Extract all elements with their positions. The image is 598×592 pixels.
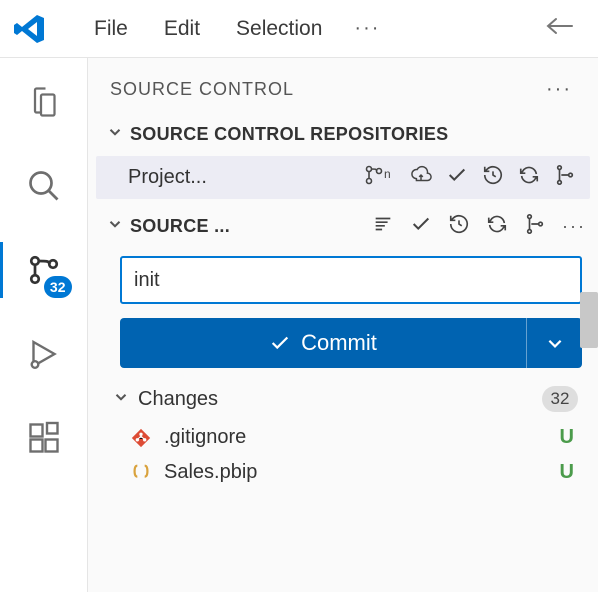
chevron-down-icon <box>112 388 130 411</box>
graph-icon[interactable] <box>522 211 548 242</box>
cloud-sync-icon[interactable] <box>410 164 432 191</box>
repository-row[interactable]: Project... n <box>96 156 590 199</box>
source-label: SOURCE ... <box>130 216 230 237</box>
file-row[interactable]: Sales.pbip U <box>88 455 598 490</box>
file-row[interactable]: .gitignore U <box>88 420 598 455</box>
commit-button-group: Commit <box>120 318 582 368</box>
svg-text:n: n <box>384 167 391 181</box>
changes-count-badge: 32 <box>542 386 578 412</box>
graph-icon[interactable] <box>554 164 576 191</box>
scrollbar-thumb[interactable] <box>580 292 598 348</box>
refresh-icon[interactable] <box>518 164 540 191</box>
menu-overflow[interactable]: ··· <box>342 11 392 46</box>
menu-file[interactable]: File <box>78 11 144 47</box>
main-area: 32 SOURCE CONTROL ··· SOURCE CONTROL REP… <box>0 58 598 592</box>
source-control-sidebar: SOURCE CONTROL ··· SOURCE CONTROL REPOSI… <box>88 58 598 592</box>
commit-dropdown-button[interactable] <box>526 318 582 368</box>
activity-extensions[interactable] <box>12 414 76 462</box>
git-file-icon <box>130 427 152 449</box>
list-view-icon[interactable] <box>370 211 396 242</box>
more-icon[interactable]: ··· <box>560 214 588 239</box>
repository-actions: n <box>364 164 576 191</box>
commit-message-input[interactable] <box>120 256 582 304</box>
file-name: Sales.pbip <box>164 461 548 484</box>
chevron-down-icon <box>106 123 124 146</box>
vscode-logo <box>14 13 46 45</box>
titlebar: File Edit Selection ··· <box>0 0 598 58</box>
chevron-down-icon <box>106 215 124 238</box>
file-name: .gitignore <box>164 426 548 449</box>
check-commit-icon[interactable] <box>446 164 468 191</box>
nav-back-button[interactable] <box>534 12 584 45</box>
refresh-icon[interactable] <box>484 211 510 242</box>
repositories-section-header[interactable]: SOURCE CONTROL REPOSITORIES <box>88 117 598 152</box>
commit-button[interactable]: Commit <box>120 318 526 368</box>
activity-source-control[interactable]: 32 <box>12 246 76 294</box>
file-status-untracked: U <box>560 426 574 449</box>
file-status-untracked: U <box>560 461 574 484</box>
activity-explorer[interactable] <box>12 78 76 126</box>
changes-section-header[interactable]: Changes 32 <box>88 376 598 420</box>
activitybar: 32 <box>0 58 88 592</box>
sidebar-more-button[interactable]: ··· <box>542 76 576 103</box>
repositories-label: SOURCE CONTROL REPOSITORIES <box>130 124 448 145</box>
history-icon[interactable] <box>446 211 472 242</box>
scm-badge: 32 <box>44 276 72 298</box>
commit-button-label: Commit <box>301 330 377 356</box>
activity-search[interactable] <box>12 162 76 210</box>
commit-area: Commit <box>88 248 598 376</box>
sidebar-title: SOURCE CONTROL <box>110 79 294 100</box>
menu-edit[interactable]: Edit <box>148 11 216 47</box>
repository-name: Project... <box>128 166 207 189</box>
source-section-header[interactable]: SOURCE ... ··· <box>88 205 598 248</box>
activity-run-debug[interactable] <box>12 330 76 378</box>
branch-icon[interactable]: n <box>364 164 396 191</box>
menu-selection[interactable]: Selection <box>220 11 338 47</box>
json-file-icon <box>130 462 152 484</box>
changes-label: Changes <box>138 388 218 411</box>
source-actions: ··· <box>370 211 588 242</box>
history-icon[interactable] <box>482 164 504 191</box>
sidebar-header: SOURCE CONTROL ··· <box>88 58 598 117</box>
check-commit-icon[interactable] <box>408 211 434 242</box>
